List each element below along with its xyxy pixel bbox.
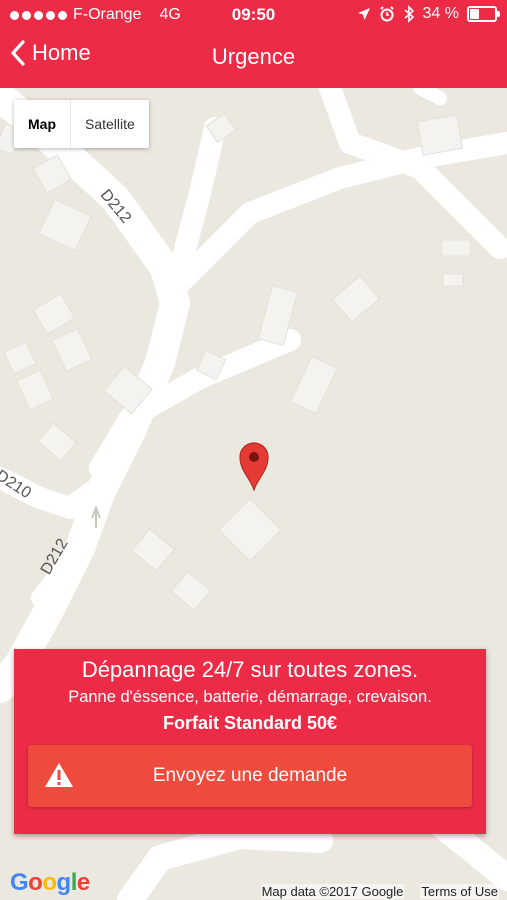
send-request-button[interactable]: Envoyez une demande xyxy=(28,745,472,807)
emergency-info-card: Dépannage 24/7 sur toutes zones. Panne d… xyxy=(14,649,486,834)
map-data-label: Map data ©2017 Google xyxy=(260,884,405,899)
map-type-toggle: Map Satellite xyxy=(14,100,149,148)
location-arrow-icon xyxy=(357,8,370,20)
page-title: Urgence xyxy=(211,44,296,69)
card-headline: Dépannage 24/7 sur toutes zones. xyxy=(81,657,419,682)
alarm-icon xyxy=(379,6,394,22)
status-bar: F-Orange 4G 09:50 34 % xyxy=(0,0,507,30)
card-services: Panne d'éssence, batterie, démarrage, cr… xyxy=(68,688,432,706)
map-type-satellite-button[interactable]: Satellite xyxy=(71,100,149,148)
status-right: 34 % xyxy=(357,5,500,23)
map-attribution: Map data ©2017 Google Terms of Use xyxy=(260,884,499,899)
terms-of-use-link[interactable]: Terms of Use xyxy=(420,884,499,899)
card-price: Forfait Standard 50€ xyxy=(162,713,338,733)
send-request-label: Envoyez une demande xyxy=(152,765,348,786)
battery-icon xyxy=(467,6,500,22)
map-type-map-button[interactable]: Map xyxy=(14,100,71,148)
bluetooth-icon xyxy=(404,5,414,23)
nav-bar: Home Urgence xyxy=(0,30,507,88)
google-logo: Google xyxy=(10,869,90,896)
battery-percent: 34 % xyxy=(422,5,459,22)
battery-fill xyxy=(470,9,479,19)
map-pin-icon[interactable] xyxy=(238,441,270,491)
